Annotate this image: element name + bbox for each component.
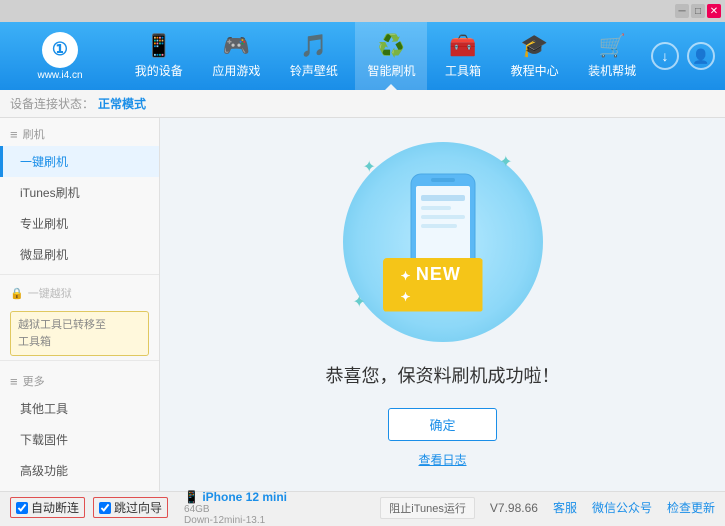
header-right: ↓ 👤 [651,42,725,70]
device-model: Down-12mini-13.1 [184,515,287,526]
nav-my-device-label: 我的设备 [135,62,183,79]
nav-smart-flash-label: 智能刷机 [367,62,415,79]
nav-tutorial[interactable]: 🎓 教程中心 [499,22,571,90]
status-label: 设备连接状态： [10,95,94,112]
lock-icon: 🔒 [10,287,24,300]
nav-apps-games-label: 应用游戏 [212,62,260,79]
new-badge: NEW [383,258,483,312]
flash-group-label: 刷机 [23,126,45,142]
auto-close-label: 自动断连 [31,499,79,516]
sidebar-note-jailbreak: 越狱工具已转移至工具箱 [10,311,149,356]
sparkle-1: ✦ [363,157,376,177]
sidebar-item-other-tools[interactable]: 其他工具 [0,393,159,424]
locked-label: 一键越狱 [28,285,72,301]
content-area: ✦ ✦ ✦ [160,118,725,491]
nav-apps-games[interactable]: 🎮 应用游戏 [200,22,272,90]
maximize-btn[interactable]: □ [691,4,705,18]
nav-shop[interactable]: 🛒 装机帮城 [576,22,648,90]
more-group-label: 更多 [23,373,45,389]
sidebar-divider-2 [0,360,159,361]
device-icon: 📱 [184,490,199,504]
stop-itunes-btn[interactable]: 阻止iTunes运行 [380,497,475,519]
sidebar-item-advanced[interactable]: 高级功能 [0,455,159,486]
tutorial-icon: 🎓 [521,33,548,59]
close-btn[interactable]: ✕ [707,4,721,18]
sparkle-2: ✦ [499,152,512,172]
title-bar: ─ □ ✕ [0,0,725,22]
back-log-link[interactable]: 查看日志 [418,451,466,468]
toolbox-icon: 🧰 [449,33,476,59]
skip-wizard-label: 跳过向导 [114,499,162,516]
nav-my-device[interactable]: 📱 我的设备 [123,22,195,90]
sidebar-item-micro-flash[interactable]: 微显刷机 [0,239,159,270]
auto-close-checkbox[interactable] [16,502,28,514]
bottom-bar: 自动断连 跳过向导 📱 iPhone 12 mini 64GB Down-12m… [0,491,725,523]
confirm-button[interactable]: 确定 [388,408,496,441]
smart-flash-icon: ♻️ [378,33,405,59]
main-layout: ≡ 刷机 一键刷机 iTunes刷机 专业刷机 微显刷机 🔒 一键越狱 越狱工具… [0,118,725,491]
shop-icon: 🛒 [598,33,625,59]
status-value: 正常模式 [98,95,146,112]
logo-url: www.i4.cn [37,70,82,81]
phone-illustration: ✦ ✦ ✦ [343,142,543,342]
check-update-link[interactable]: 检查更新 [667,499,715,516]
nav-toolbox-label: 工具箱 [445,62,481,79]
nav-tutorial-label: 教程中心 [511,62,559,79]
nav-smart-flash[interactable]: ♻️ 智能刷机 [355,22,427,90]
more-group-icon: ≡ [10,374,18,389]
success-message: 恭喜您，保资料刷机成功啦！ [326,362,560,388]
user-btn[interactable]: 👤 [687,42,715,70]
nav-toolbox[interactable]: 🧰 工具箱 [433,22,493,90]
sidebar: ≡ 刷机 一键刷机 iTunes刷机 专业刷机 微显刷机 🔒 一键越狱 越狱工具… [0,118,160,491]
device-name: 📱 iPhone 12 mini [184,490,287,504]
nav-shop-label: 装机帮城 [588,62,636,79]
nav-bar: 📱 我的设备 🎮 应用游戏 🎵 铃声壁纸 ♻️ 智能刷机 🧰 工具箱 🎓 教程中… [120,22,651,90]
sidebar-item-download-firmware[interactable]: 下载固件 [0,424,159,455]
logo-icon: ① [42,32,78,68]
download-btn[interactable]: ↓ [651,42,679,70]
sidebar-item-pro-flash[interactable]: 专业刷机 [0,208,159,239]
service-link[interactable]: 客服 [553,499,577,516]
nav-wallpaper[interactable]: 🎵 铃声壁纸 [278,22,350,90]
sidebar-group-flash: ≡ 刷机 [0,118,159,146]
bottom-right: 阻止iTunes运行 V7.98.66 客服 微信公众号 检查更新 [380,497,715,519]
device-info: 📱 iPhone 12 mini 64GB Down-12mini-13.1 [184,490,287,526]
skip-wizard-checkbox[interactable] [99,502,111,514]
flash-group-icon: ≡ [10,127,18,142]
status-bar: 设备连接状态： 正常模式 [0,90,725,118]
wechat-link[interactable]: 微信公众号 [592,499,652,516]
sparkle-3: ✦ [353,292,366,312]
logo-area: ① www.i4.cn [0,32,120,81]
sidebar-item-itunes-flash[interactable]: iTunes刷机 [0,177,159,208]
header: ① www.i4.cn 📱 我的设备 🎮 应用游戏 🎵 铃声壁纸 ♻️ 智能刷机… [0,22,725,90]
auto-close-checkbox-container[interactable]: 自动断连 [10,497,85,518]
minimize-btn[interactable]: ─ [675,4,689,18]
my-device-icon: 📱 [145,33,172,59]
device-storage: 64GB [184,504,287,515]
sidebar-locked-jailbreak: 🔒 一键越狱 [0,279,159,307]
version-label: V7.98.66 [490,501,538,515]
sidebar-group-more: ≡ 更多 [0,365,159,393]
skip-wizard-checkbox-container[interactable]: 跳过向导 [93,497,168,518]
apps-games-icon: 🎮 [223,33,250,59]
nav-wallpaper-label: 铃声壁纸 [290,62,338,79]
wallpaper-icon: 🎵 [300,33,327,59]
sidebar-divider-1 [0,274,159,275]
sidebar-item-one-click[interactable]: 一键刷机 [0,146,159,177]
